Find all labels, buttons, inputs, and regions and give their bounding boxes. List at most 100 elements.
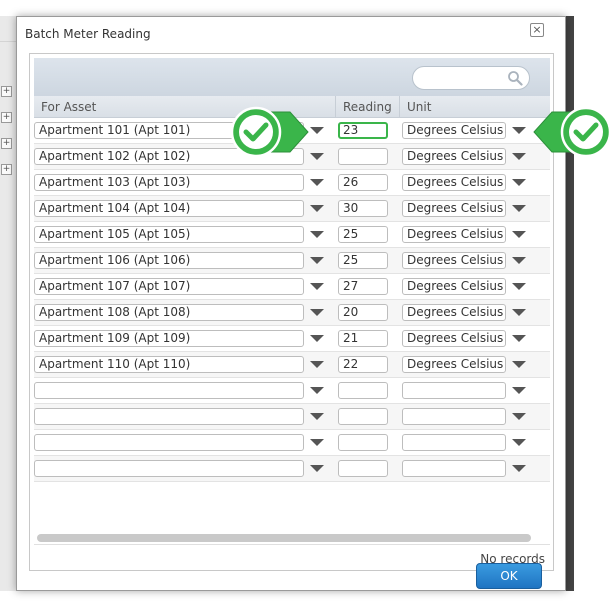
chevron-down-icon[interactable] xyxy=(512,127,526,134)
reading-input[interactable] xyxy=(338,408,388,425)
unit-select[interactable]: Degrees Celsius (C) xyxy=(402,330,506,347)
chevron-down-icon[interactable] xyxy=(512,231,526,238)
table-row xyxy=(34,430,550,456)
asset-select[interactable] xyxy=(34,434,304,451)
unit-select[interactable]: Degrees Celsius (C) xyxy=(402,200,506,217)
reading-input[interactable]: 27 xyxy=(338,278,388,295)
unit-select[interactable]: Degrees Celsius (C) xyxy=(402,304,506,321)
table-row: Apartment 109 (Apt 109) 21 Degrees Celsius… xyxy=(34,326,550,352)
reading-input[interactable]: 30 xyxy=(338,200,388,217)
chevron-down-icon[interactable] xyxy=(310,179,324,186)
asset-select[interactable]: Apartment 103 (Apt 103) xyxy=(34,174,304,191)
chevron-down-icon[interactable] xyxy=(310,439,324,446)
reading-input[interactable] xyxy=(338,382,388,399)
unit-select[interactable] xyxy=(402,460,506,477)
grid-toolbar xyxy=(34,58,550,96)
table-row: Apartment 103 (Apt 103) 26 Degrees Celsius… xyxy=(34,170,550,196)
unit-select[interactable]: Degrees Celsius (C) xyxy=(402,174,506,191)
asset-select[interactable] xyxy=(34,408,304,425)
asset-select[interactable]: Apartment 107 (Apt 107) xyxy=(34,278,304,295)
grid-rows: Apartment 101 (Apt 101) 23 Degrees Celsius… xyxy=(34,118,550,482)
chevron-down-icon[interactable] xyxy=(310,387,324,394)
reading-input[interactable]: 22 xyxy=(338,356,388,373)
reading-input[interactable]: 26 xyxy=(338,174,388,191)
reading-input[interactable]: 23 xyxy=(338,122,388,139)
chevron-down-icon[interactable] xyxy=(310,335,324,342)
chevron-down-icon[interactable] xyxy=(512,413,526,420)
asset-select[interactable] xyxy=(34,382,304,399)
table-row xyxy=(34,378,550,404)
expand-icon: + xyxy=(1,112,12,123)
reading-input[interactable] xyxy=(338,460,388,477)
table-row: Apartment 105 (Apt 105) 25 Degrees Celsius… xyxy=(34,222,550,248)
table-row xyxy=(34,456,550,482)
close-button[interactable]: × xyxy=(530,23,544,37)
unit-select[interactable] xyxy=(402,382,506,399)
unit-select[interactable]: Degrees Celsius (C) xyxy=(402,252,506,269)
table-row xyxy=(34,404,550,430)
asset-select[interactable]: Apartment 105 (Apt 105) xyxy=(34,226,304,243)
expand-icon: + xyxy=(1,86,12,97)
checkmark-callout-right xyxy=(533,106,612,158)
reading-input[interactable] xyxy=(338,148,388,165)
reading-input[interactable]: 20 xyxy=(338,304,388,321)
ok-button[interactable]: OK xyxy=(476,563,542,589)
asset-select[interactable]: Apartment 108 (Apt 108) xyxy=(34,304,304,321)
checkmark-callout-left xyxy=(230,106,309,158)
column-header-unit[interactable]: Unit xyxy=(400,96,550,118)
chevron-down-icon[interactable] xyxy=(512,465,526,472)
unit-select[interactable] xyxy=(402,434,506,451)
chevron-down-icon[interactable] xyxy=(310,465,324,472)
expand-icon: + xyxy=(1,138,12,149)
chevron-down-icon[interactable] xyxy=(310,153,324,160)
unit-select[interactable]: Degrees Celsius (C) xyxy=(402,226,506,243)
chevron-down-icon[interactable] xyxy=(310,283,324,290)
table-row: Apartment 104 (Apt 104) 30 Degrees Celsius… xyxy=(34,196,550,222)
unit-select[interactable]: Degrees Celsius (C) xyxy=(402,122,506,139)
close-icon: × xyxy=(532,23,542,36)
chevron-down-icon[interactable] xyxy=(512,205,526,212)
chevron-down-icon[interactable] xyxy=(512,335,526,342)
reading-input[interactable]: 25 xyxy=(338,252,388,269)
reading-input[interactable]: 21 xyxy=(338,330,388,347)
reading-input[interactable] xyxy=(338,434,388,451)
asset-select[interactable]: Apartment 106 (Apt 106) xyxy=(34,252,304,269)
chevron-down-icon[interactable] xyxy=(512,153,526,160)
unit-select[interactable]: Degrees Celsius (C) xyxy=(402,148,506,165)
chevron-down-icon[interactable] xyxy=(512,361,526,368)
unit-select[interactable] xyxy=(402,408,506,425)
background-edge xyxy=(566,16,574,591)
chevron-down-icon[interactable] xyxy=(310,231,324,238)
chevron-down-icon[interactable] xyxy=(310,205,324,212)
chevron-down-icon[interactable] xyxy=(512,257,526,264)
dialog-title: Batch Meter Reading xyxy=(25,27,151,41)
asset-select[interactable] xyxy=(34,460,304,477)
chevron-down-icon[interactable] xyxy=(310,127,324,134)
table-row: Apartment 108 (Apt 108) 20 Degrees Celsius… xyxy=(34,300,550,326)
chevron-down-icon[interactable] xyxy=(310,361,324,368)
column-header-reading[interactable]: Reading xyxy=(336,96,400,118)
chevron-down-icon[interactable] xyxy=(512,439,526,446)
asset-select[interactable]: Apartment 104 (Apt 104) xyxy=(34,200,304,217)
horizontal-scrollbar[interactable] xyxy=(37,534,531,542)
table-row: Apartment 106 (Apt 106) 25 Degrees Celsius… xyxy=(34,248,550,274)
table-row: Apartment 110 (Apt 110) 22 Degrees Celsius… xyxy=(34,352,550,378)
search-icon xyxy=(508,71,523,86)
batch-meter-reading-dialog: Batch Meter Reading × For Asset Reading … xyxy=(16,16,566,591)
expand-icon: + xyxy=(1,164,12,175)
unit-select[interactable]: Degrees Celsius (C) xyxy=(402,278,506,295)
chevron-down-icon[interactable] xyxy=(512,283,526,290)
asset-select[interactable]: Apartment 109 (Apt 109) xyxy=(34,330,304,347)
chevron-down-icon[interactable] xyxy=(512,179,526,186)
chevron-down-icon[interactable] xyxy=(310,309,324,316)
footer-divider xyxy=(34,544,550,545)
reading-input[interactable]: 25 xyxy=(338,226,388,243)
asset-select[interactable]: Apartment 110 (Apt 110) xyxy=(34,356,304,373)
chevron-down-icon[interactable] xyxy=(310,413,324,420)
unit-select[interactable]: Degrees Celsius (C) xyxy=(402,356,506,373)
table-row: Apartment 107 (Apt 107) 27 Degrees Celsius… xyxy=(34,274,550,300)
chevron-down-icon[interactable] xyxy=(512,387,526,394)
search-input[interactable] xyxy=(412,66,530,90)
chevron-down-icon[interactable] xyxy=(512,309,526,316)
chevron-down-icon[interactable] xyxy=(310,257,324,264)
